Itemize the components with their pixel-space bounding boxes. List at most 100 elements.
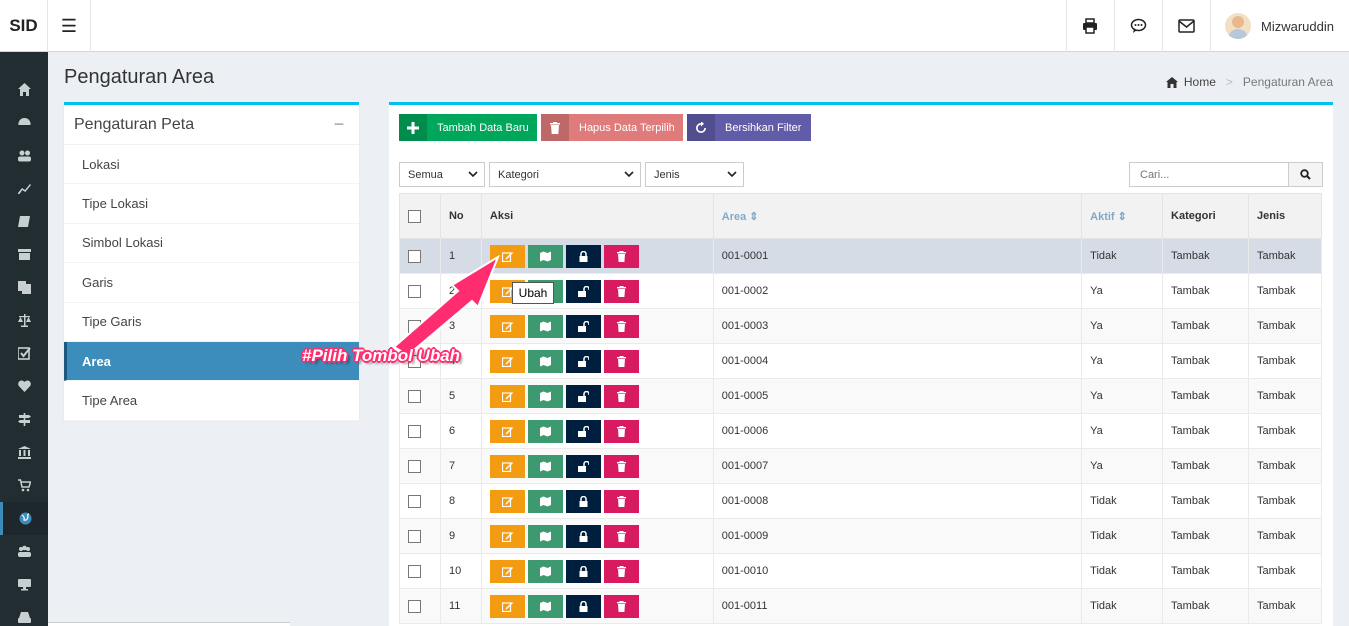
- sidebar-item-users[interactable]: [0, 139, 48, 172]
- map-button[interactable]: [527, 349, 563, 373]
- lock-button[interactable]: [565, 244, 601, 268]
- edit-button[interactable]: [489, 349, 525, 373]
- sidebar-item-cart[interactable]: [0, 469, 48, 502]
- sidebar-item-heart[interactable]: [0, 370, 48, 403]
- row-checkbox[interactable]: [408, 389, 421, 403]
- delete-button[interactable]: [603, 314, 639, 338]
- mail-button[interactable]: [1162, 0, 1209, 52]
- user-menu[interactable]: Mizwaruddin: [1210, 0, 1349, 52]
- nav-item-garis[interactable]: Garis: [64, 263, 359, 303]
- map-button[interactable]: [527, 314, 563, 338]
- edit-button[interactable]: [489, 419, 525, 443]
- map-button[interactable]: [527, 244, 563, 268]
- lock-button[interactable]: [565, 489, 601, 513]
- edit-button[interactable]: [489, 384, 525, 408]
- map-button[interactable]: [527, 524, 563, 548]
- delete-selected-button[interactable]: Hapus Data Terpilih: [541, 114, 683, 141]
- lock-button[interactable]: [565, 594, 601, 618]
- unlock-button[interactable]: [565, 349, 601, 373]
- cell-actions: [480, 343, 714, 379]
- unlock-button[interactable]: [565, 419, 601, 443]
- sidebar-item-bank[interactable]: [0, 436, 48, 469]
- map-button[interactable]: [527, 454, 563, 478]
- row-checkbox[interactable]: [408, 284, 421, 298]
- unlock-button[interactable]: [565, 454, 601, 478]
- sidebar-item-files[interactable]: [0, 271, 48, 304]
- cell-actions: [480, 378, 714, 414]
- category-filter-select[interactable]: Kategori: [489, 162, 641, 187]
- table-row: 6 001-0006 Ya Tambak Tambak: [399, 413, 1323, 449]
- delete-button[interactable]: [603, 524, 639, 548]
- nav-item-simbol-lokasi[interactable]: Simbol Lokasi: [64, 224, 359, 264]
- edit-button[interactable]: [489, 489, 525, 513]
- sidebar-item-chart[interactable]: [0, 172, 48, 205]
- unlock-button[interactable]: [565, 384, 601, 408]
- menu-toggle-button[interactable]: ☰: [48, 0, 91, 52]
- lock-button[interactable]: [565, 559, 601, 583]
- row-checkbox[interactable]: [408, 459, 421, 473]
- nav-item-tipe-garis[interactable]: Tipe Garis: [64, 303, 359, 342]
- sidebar-item-globe[interactable]: [0, 502, 48, 535]
- map-button[interactable]: [527, 559, 563, 583]
- row-checkbox[interactable]: [408, 494, 421, 508]
- add-new-button[interactable]: Tambah Data Baru: [399, 114, 537, 141]
- app-logo[interactable]: SID: [0, 0, 48, 52]
- edit-button[interactable]: [489, 594, 525, 618]
- horizontal-scrollbar[interactable]: [48, 622, 290, 626]
- col-area-sort[interactable]: Area ⇕: [712, 193, 1083, 239]
- messages-button[interactable]: [1114, 0, 1161, 52]
- row-checkbox[interactable]: [408, 599, 421, 613]
- sidebar-item-desktop[interactable]: [0, 568, 48, 601]
- delete-button[interactable]: [603, 349, 639, 373]
- sidebar-item-archive[interactable]: [0, 238, 48, 271]
- delete-button[interactable]: [603, 279, 639, 303]
- type-filter-select[interactable]: Jenis: [645, 162, 744, 187]
- map-button[interactable]: [527, 384, 563, 408]
- unlock-button[interactable]: [565, 279, 601, 303]
- edit-button[interactable]: [489, 559, 525, 583]
- print-button[interactable]: [1066, 0, 1113, 52]
- delete-button[interactable]: [603, 384, 639, 408]
- sidebar-item-balance[interactable]: [0, 304, 48, 337]
- sidebar-item-checkbox[interactable]: [0, 337, 48, 370]
- map-button[interactable]: [527, 594, 563, 618]
- delete-button[interactable]: [603, 454, 639, 478]
- delete-button[interactable]: [603, 244, 639, 268]
- status-filter-select[interactable]: Semua: [399, 162, 485, 187]
- edit-button[interactable]: [489, 244, 525, 268]
- search-input[interactable]: [1130, 163, 1288, 186]
- row-checkbox[interactable]: [408, 564, 421, 578]
- lock-button[interactable]: [565, 524, 601, 548]
- collapse-button[interactable]: −: [329, 114, 349, 135]
- delete-button[interactable]: [603, 419, 639, 443]
- row-checkbox[interactable]: [408, 529, 421, 543]
- delete-button[interactable]: [603, 559, 639, 583]
- row-checkbox[interactable]: [408, 319, 421, 333]
- sidebar-item-home[interactable]: [0, 73, 48, 106]
- edit-button[interactable]: [489, 314, 525, 338]
- row-checkbox[interactable]: [408, 249, 421, 263]
- clear-filter-button[interactable]: Bersihkan Filter: [687, 114, 811, 141]
- delete-button[interactable]: [603, 489, 639, 513]
- nav-item-lokasi[interactable]: Lokasi: [64, 145, 359, 185]
- sidebar-item-group[interactable]: [0, 535, 48, 568]
- edit-icon: [501, 461, 513, 472]
- map-button[interactable]: [527, 419, 563, 443]
- nav-item-tipe-area[interactable]: Tipe Area: [64, 381, 359, 421]
- search-button[interactable]: [1288, 163, 1322, 186]
- nav-item-tipe-lokasi[interactable]: Tipe Lokasi: [64, 184, 359, 224]
- map-button[interactable]: [527, 489, 563, 513]
- edit-button[interactable]: [489, 454, 525, 478]
- sidebar-item-signpost[interactable]: [0, 403, 48, 436]
- sidebar-item-book[interactable]: [0, 205, 48, 238]
- breadcrumb-home-link[interactable]: Home: [1184, 75, 1216, 89]
- sidebar-item-disk[interactable]: [0, 601, 48, 626]
- row-checkbox[interactable]: [408, 424, 421, 438]
- sidebar-item-dashboard[interactable]: [0, 106, 48, 139]
- cell-no: 10: [439, 553, 482, 589]
- select-all-checkbox[interactable]: [408, 209, 421, 223]
- unlock-button[interactable]: [565, 314, 601, 338]
- delete-button[interactable]: [603, 594, 639, 618]
- col-aktif-sort[interactable]: Aktif ⇕: [1081, 193, 1164, 239]
- edit-button[interactable]: [489, 524, 525, 548]
